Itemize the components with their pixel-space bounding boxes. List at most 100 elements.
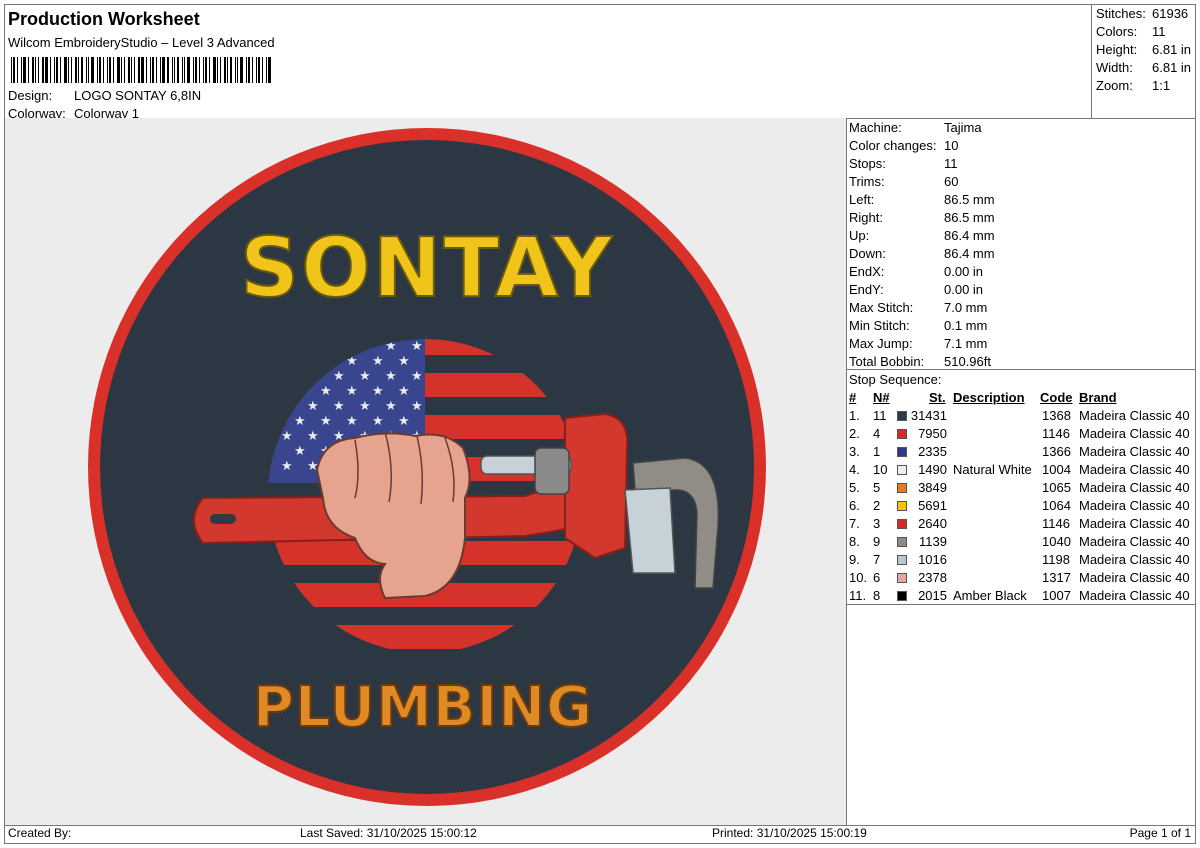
star-icon: ★ bbox=[398, 414, 410, 429]
stop-row: 6. 2 5691 1064 Madeira Classic 40 bbox=[847, 498, 1196, 516]
barcode-bar bbox=[182, 57, 183, 83]
info-label: Max Stitch: bbox=[849, 300, 914, 315]
barcode-bar bbox=[128, 57, 130, 83]
star-icon: ★ bbox=[398, 384, 410, 399]
barcode-bar bbox=[160, 57, 161, 83]
barcode-bar bbox=[220, 57, 221, 83]
machine-info-row: Trims: 60 bbox=[849, 174, 958, 189]
barcode-bar bbox=[195, 57, 197, 83]
barcode-bar bbox=[117, 57, 120, 83]
stop-code: 1065 bbox=[1042, 480, 1071, 495]
color-swatch bbox=[897, 411, 907, 421]
barcode-bar bbox=[256, 57, 257, 83]
machine-info-row: Right: 86.5 mm bbox=[849, 210, 995, 225]
stop-needle: 6 bbox=[873, 570, 881, 585]
barcode-bar bbox=[174, 57, 175, 83]
barcode-bar bbox=[54, 57, 55, 83]
color-swatch bbox=[897, 429, 907, 439]
stop-row: 2. 4 7950 1146 Madeira Classic 40 bbox=[847, 426, 1196, 444]
barcode-bar bbox=[103, 57, 104, 83]
barcode-bar bbox=[177, 57, 179, 83]
barcode-bar bbox=[13, 57, 15, 83]
barcode-bar bbox=[227, 57, 228, 83]
machine-info-row: Stops: 11 bbox=[849, 156, 958, 171]
barcode-bar bbox=[193, 57, 194, 83]
stop-brand: Madeira Classic 40 bbox=[1079, 534, 1190, 549]
barcode-bar bbox=[81, 57, 83, 83]
color-swatch bbox=[897, 537, 907, 547]
barcode-bar bbox=[17, 57, 18, 83]
barcode-bar bbox=[68, 57, 69, 83]
star-icon: ★ bbox=[294, 444, 306, 459]
barcode-bar bbox=[187, 57, 190, 83]
barcode-bar bbox=[28, 57, 29, 83]
stop-stitches: 2335 bbox=[918, 444, 947, 459]
star-icon: ★ bbox=[398, 354, 410, 369]
stop-description: Natural White bbox=[953, 462, 1032, 477]
stop-code: 1368 bbox=[1042, 408, 1071, 423]
stop-num: 11. bbox=[849, 588, 867, 603]
barcode-bar bbox=[240, 57, 243, 83]
stop-code: 1146 bbox=[1042, 426, 1070, 441]
machine-info-row: Up: 86.4 mm bbox=[849, 228, 995, 243]
stop-code: 1007 bbox=[1042, 588, 1071, 603]
stop-stitches: 31431 bbox=[910, 408, 947, 423]
info-label: Up: bbox=[849, 228, 870, 243]
col-header-num: # bbox=[849, 390, 857, 405]
stop-num: 3. bbox=[849, 444, 860, 459]
barcode-bar bbox=[109, 57, 111, 83]
stop-brand: Madeira Classic 40 bbox=[1079, 444, 1190, 459]
barcode-bar bbox=[21, 57, 22, 83]
machine-info-row: Color changes: 10 bbox=[849, 138, 958, 153]
info-label: Total Bobbin: bbox=[849, 354, 925, 369]
machine-info-row: Min Stitch: 0.1 mm bbox=[849, 318, 987, 333]
info-value: 510.96ft bbox=[944, 354, 991, 369]
barcode-bar bbox=[237, 57, 238, 83]
info-value: 86.5 mm bbox=[944, 192, 995, 207]
info-value: 86.4 mm bbox=[944, 246, 995, 261]
barcode-bar bbox=[32, 57, 34, 83]
barcode-bar bbox=[141, 57, 144, 83]
barcode-bar bbox=[78, 57, 79, 83]
col-header-description: Description bbox=[953, 390, 1025, 405]
barcode-bar bbox=[124, 57, 125, 83]
barcode-bar bbox=[99, 57, 101, 83]
barcode-bar bbox=[224, 57, 226, 83]
stop-needle: 7 bbox=[873, 552, 881, 567]
info-value: 0.00 in bbox=[944, 264, 984, 279]
barcode-bar bbox=[156, 57, 157, 83]
star-icon: ★ bbox=[411, 339, 423, 354]
barcode-bar bbox=[203, 57, 204, 83]
barcode-bar bbox=[209, 57, 210, 83]
stop-code: 1198 bbox=[1042, 552, 1070, 567]
stop-stitches: 2015 bbox=[918, 588, 947, 603]
stop-brand: Madeira Classic 40 bbox=[1079, 570, 1190, 585]
barcode-bar bbox=[162, 57, 165, 83]
barcode bbox=[11, 55, 275, 83]
col-header-st: St. bbox=[929, 390, 946, 405]
star-icon: ★ bbox=[385, 399, 397, 414]
stop-needle: 8 bbox=[873, 588, 881, 603]
barcode-bar bbox=[235, 57, 236, 83]
stop-row: 5. 5 3849 1065 Madeira Classic 40 bbox=[847, 480, 1196, 498]
stop-row: 7. 3 2640 1146 Madeira Classic 40 bbox=[847, 516, 1196, 534]
machine-info-row: Machine: Tajima bbox=[849, 120, 982, 135]
info-value: 7.1 mm bbox=[944, 336, 988, 351]
machine-info-row: Max Jump: 7.1 mm bbox=[849, 336, 987, 351]
created-by: Created By: bbox=[8, 826, 72, 840]
stop-brand: Madeira Classic 40 bbox=[1079, 516, 1190, 531]
barcode-bar bbox=[88, 57, 89, 83]
barcode-bar bbox=[97, 57, 98, 83]
star-icon: ★ bbox=[307, 429, 319, 444]
info-value: 86.5 mm bbox=[944, 210, 995, 225]
stop-needle: 9 bbox=[873, 534, 881, 549]
stop-code: 1040 bbox=[1042, 534, 1071, 549]
stop-code: 1004 bbox=[1042, 462, 1071, 477]
stop-code: 1317 bbox=[1042, 570, 1071, 585]
stat-label: Width: bbox=[1096, 60, 1133, 75]
barcode-bar bbox=[75, 57, 77, 83]
stop-brand: Madeira Classic 40 bbox=[1079, 588, 1190, 603]
stop-num: 6. bbox=[849, 498, 860, 513]
info-value: 60 bbox=[944, 174, 959, 189]
barcode-bar bbox=[146, 57, 147, 83]
